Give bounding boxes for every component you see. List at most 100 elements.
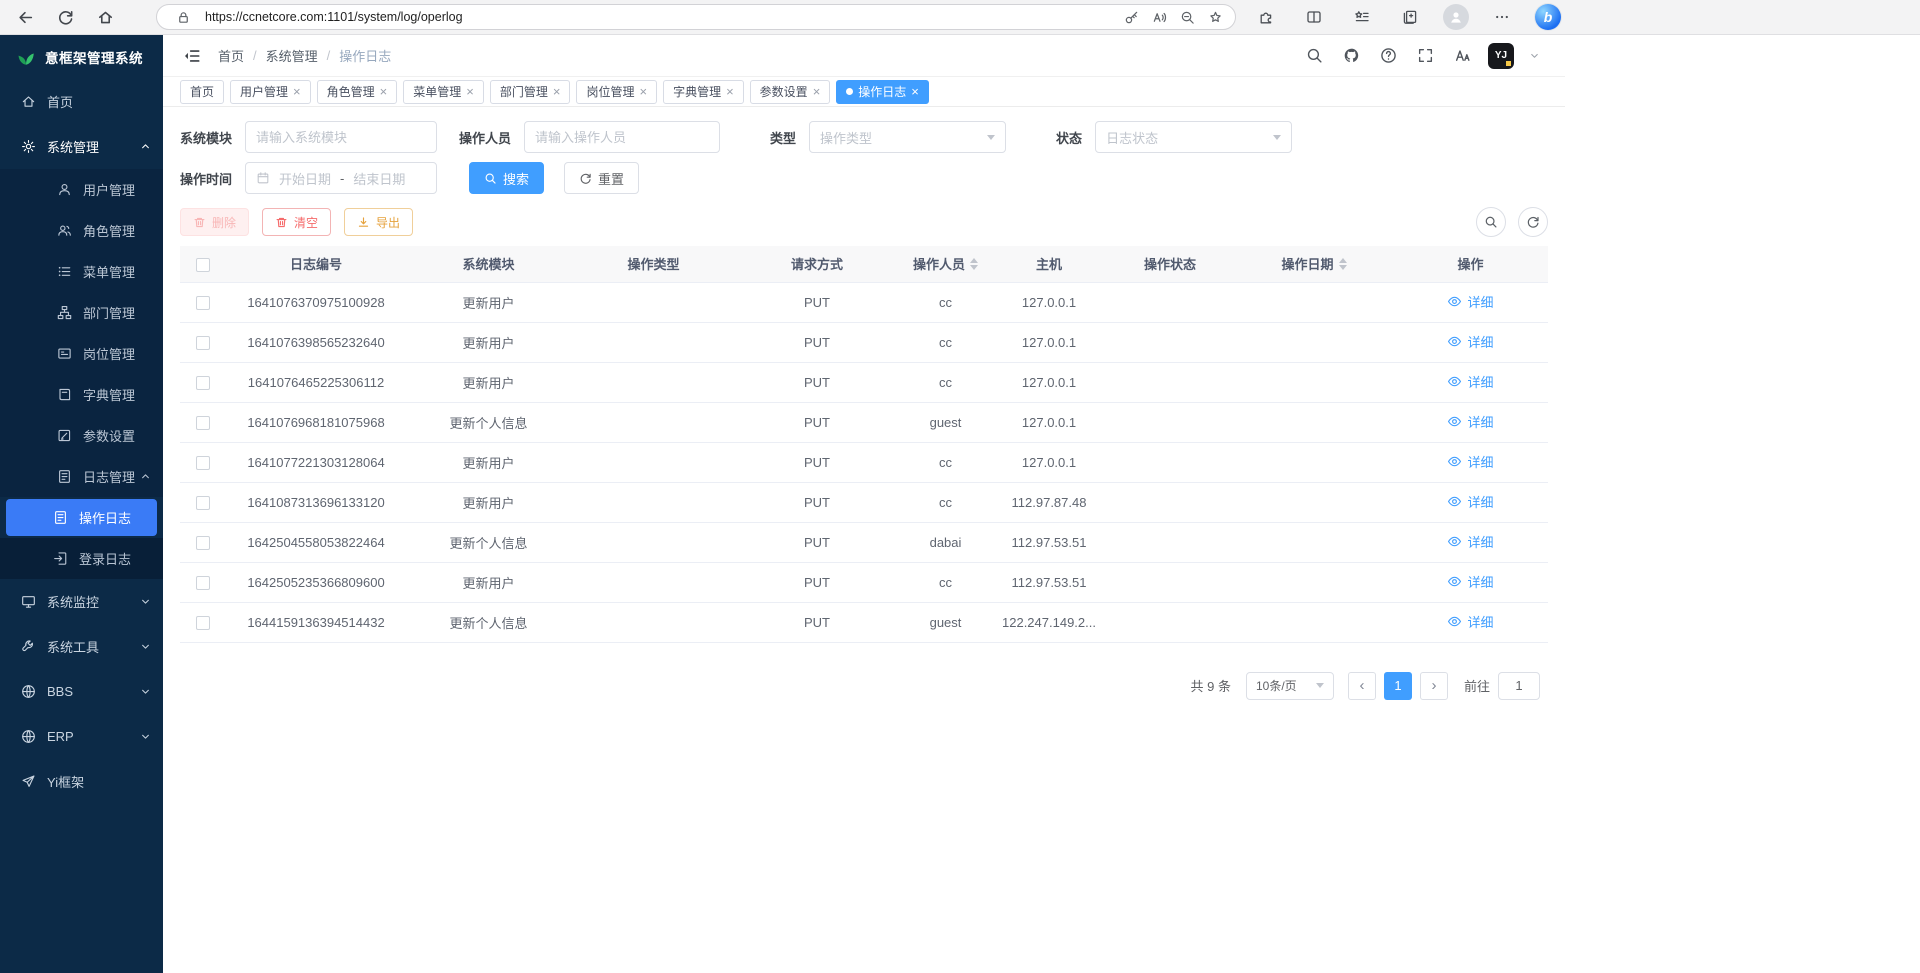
- breadcrumb-item[interactable]: 首页: [218, 46, 244, 65]
- detail-link[interactable]: 详细: [1447, 292, 1493, 311]
- chevron-down-icon: [1273, 135, 1281, 140]
- app-logo[interactable]: 意框架管理系统: [0, 35, 163, 79]
- tab-close-icon[interactable]: ×: [911, 85, 919, 98]
- search-icon[interactable]: [1303, 45, 1325, 67]
- sidebar-item-erp[interactable]: ERP: [0, 714, 163, 759]
- tab-close-icon[interactable]: ×: [380, 85, 388, 98]
- sort-operator-icon[interactable]: [970, 258, 978, 270]
- tab-8[interactable]: 操作日志×: [836, 80, 929, 104]
- sidebar-item-operlog[interactable]: 操作日志: [6, 499, 157, 536]
- toggle-search-button[interactable]: [1476, 207, 1506, 237]
- select-all-checkbox[interactable]: [196, 258, 210, 272]
- detail-link[interactable]: 详细: [1447, 492, 1493, 511]
- type-select[interactable]: 操作类型: [809, 121, 1006, 153]
- sort-date-icon[interactable]: [1339, 258, 1347, 270]
- row-checkbox[interactable]: [196, 496, 210, 510]
- tab-close-icon[interactable]: ×: [813, 85, 821, 98]
- detail-link[interactable]: 详细: [1447, 572, 1493, 591]
- tab-3[interactable]: 菜单管理×: [403, 80, 484, 104]
- sidebar-item-post[interactable]: 岗位管理: [0, 333, 163, 374]
- row-checkbox[interactable]: [196, 296, 210, 310]
- reset-button[interactable]: 重置: [564, 162, 639, 194]
- sidebar-item-bbs[interactable]: BBS: [0, 669, 163, 714]
- row-checkbox[interactable]: [196, 616, 210, 630]
- current-page-button[interactable]: 1: [1384, 672, 1412, 700]
- row-checkbox[interactable]: [196, 536, 210, 550]
- status-select[interactable]: 日志状态: [1095, 121, 1292, 153]
- sidebar-item-role[interactable]: 角色管理: [0, 210, 163, 251]
- page-size-select[interactable]: 10条/页: [1246, 672, 1334, 700]
- tab-7[interactable]: 参数设置×: [750, 80, 831, 104]
- sidebar-item-logmgr[interactable]: 日志管理: [0, 456, 163, 497]
- github-icon[interactable]: [1340, 45, 1362, 67]
- font-size-icon[interactable]: [1451, 45, 1473, 67]
- detail-link[interactable]: 详细: [1447, 532, 1493, 551]
- profile-avatar[interactable]: [1443, 4, 1469, 30]
- zoom-out-icon[interactable]: [1173, 6, 1201, 28]
- chevron-down-icon[interactable]: [1529, 50, 1540, 61]
- fullscreen-icon[interactable]: [1414, 45, 1436, 67]
- tab-close-icon[interactable]: ×: [639, 85, 647, 98]
- tab-1[interactable]: 用户管理×: [230, 80, 311, 104]
- sidebar-item-param[interactable]: 参数设置: [0, 415, 163, 456]
- tab-4[interactable]: 部门管理×: [490, 80, 571, 104]
- sidebar-item-menu[interactable]: 菜单管理: [0, 251, 163, 292]
- sidebar-item-dept[interactable]: 部门管理: [0, 292, 163, 333]
- settings-dots-icon[interactable]: [1487, 3, 1517, 31]
- favorite-add-icon[interactable]: [1201, 6, 1229, 28]
- tab-0[interactable]: 首页: [180, 80, 224, 104]
- split-screen-icon[interactable]: [1299, 3, 1329, 31]
- help-icon[interactable]: [1377, 45, 1399, 67]
- home-button[interactable]: [90, 3, 120, 31]
- tab-close-icon[interactable]: ×: [726, 85, 734, 98]
- refresh-table-button[interactable]: [1518, 207, 1548, 237]
- detail-link[interactable]: 详细: [1447, 372, 1493, 391]
- menu-fold-icon[interactable]: [183, 47, 201, 65]
- detail-link[interactable]: 详细: [1447, 612, 1493, 631]
- tab-5[interactable]: 岗位管理×: [576, 80, 657, 104]
- operator-input[interactable]: [535, 130, 709, 145]
- sidebar-item-yi[interactable]: Yi框架: [0, 759, 163, 804]
- row-checkbox[interactable]: [196, 376, 210, 390]
- detail-link[interactable]: 详细: [1447, 452, 1493, 471]
- sidebar-item-tools[interactable]: 系统工具: [0, 624, 163, 669]
- row-checkbox[interactable]: [196, 336, 210, 350]
- url-text[interactable]: https://ccnetcore.com:1101/system/log/op…: [205, 10, 1117, 24]
- sidebar-item-user[interactable]: 用户管理: [0, 169, 163, 210]
- goto-page-input[interactable]: [1498, 672, 1540, 700]
- export-button[interactable]: 导出: [344, 208, 413, 236]
- sidebar-item-loginlog[interactable]: 登录日志: [0, 538, 163, 579]
- user-logo[interactable]: YJ: [1488, 43, 1514, 69]
- tab-6[interactable]: 字典管理×: [663, 80, 744, 104]
- refresh-page-button[interactable]: [50, 3, 80, 31]
- tab-2[interactable]: 角色管理×: [317, 80, 398, 104]
- sidebar-item-home[interactable]: 首页: [0, 79, 163, 124]
- tab-close-icon[interactable]: ×: [553, 85, 561, 98]
- extensions-icon[interactable]: [1251, 3, 1281, 31]
- tab-close-icon[interactable]: ×: [293, 85, 301, 98]
- date-range-input[interactable]: 开始日期 - 结束日期: [245, 162, 437, 194]
- copilot-icon[interactable]: b: [1535, 4, 1561, 30]
- breadcrumb-item[interactable]: 系统管理: [266, 46, 318, 65]
- sidebar-item-monitor[interactable]: 系统监控: [0, 579, 163, 624]
- row-checkbox[interactable]: [196, 576, 210, 590]
- prev-page-button[interactable]: ‹: [1348, 672, 1376, 700]
- detail-link[interactable]: 详细: [1447, 332, 1493, 351]
- collections-icon[interactable]: [1395, 3, 1425, 31]
- row-checkbox[interactable]: [196, 456, 210, 470]
- module-input[interactable]: [256, 130, 426, 145]
- detail-link[interactable]: 详细: [1447, 412, 1493, 431]
- delete-button[interactable]: 删除: [180, 208, 249, 236]
- row-checkbox[interactable]: [196, 416, 210, 430]
- password-key-icon[interactable]: [1117, 6, 1145, 28]
- address-bar[interactable]: https://ccnetcore.com:1101/system/log/op…: [156, 4, 1236, 30]
- back-button[interactable]: [10, 3, 40, 31]
- search-button[interactable]: 搜索: [469, 162, 544, 194]
- tab-close-icon[interactable]: ×: [466, 85, 474, 98]
- next-page-button[interactable]: ›: [1420, 672, 1448, 700]
- favorites-bar-icon[interactable]: [1347, 3, 1377, 31]
- sidebar-item-dict[interactable]: 字典管理: [0, 374, 163, 415]
- clear-button[interactable]: 清空: [262, 208, 331, 236]
- read-aloud-icon[interactable]: [1145, 6, 1173, 28]
- sidebar-item-system[interactable]: 系统管理: [0, 124, 163, 169]
